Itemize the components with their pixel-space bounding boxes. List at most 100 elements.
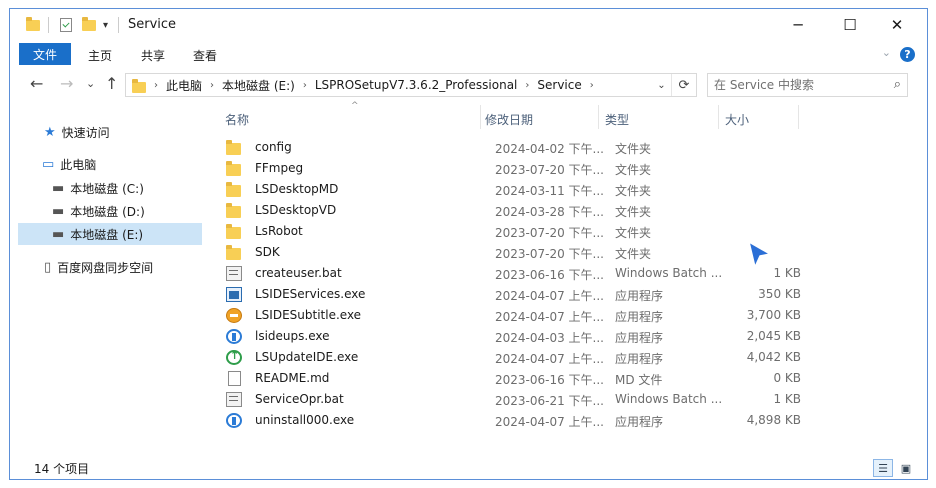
sidebar-item-drive-c[interactable]: ▬ 本地磁盘 (C:) (18, 177, 202, 199)
large-icons-view-button[interactable]: ▣ (896, 459, 916, 477)
file-row[interactable]: LsRobot 2023-07-20 下午... 文件夹 (220, 221, 810, 242)
sidebar-item-label: 本地磁盘 (E:) (70, 227, 144, 242)
column-type[interactable]: 类型 (605, 111, 629, 128)
sidebar-item-drive-d[interactable]: ▬ 本地磁盘 (D:) (18, 200, 202, 222)
tab-home[interactable]: 主页 (88, 47, 112, 64)
sidebar-item-label: 百度网盘同步空间 (57, 260, 154, 275)
file-size: 2,045 KB (746, 329, 801, 343)
mouse-cursor-icon (748, 241, 771, 268)
tab-share[interactable]: 共享 (141, 47, 165, 64)
file-type: 应用程序 (615, 289, 664, 303)
file-row[interactable]: LSIDESubtitle.exe 2024-04-07 上午... 应用程序 3,7… (220, 305, 810, 326)
computer-icon: ▭ (42, 156, 55, 172)
sidebar-item-quick-access[interactable]: ★ 快速访问 (18, 121, 202, 143)
search-icon[interactable]: ⌕ (894, 77, 901, 92)
file-row[interactable]: LSUpdateIDE.exe 2024-04-07 上午... 应用程序 4,042… (220, 347, 810, 368)
file-row[interactable]: uninstall000.exe 2024-04-07 上午... 应用程序 4,89… (220, 410, 810, 431)
search-box[interactable]: ⌕ (707, 73, 908, 97)
breadcrumb-separator[interactable]: › (154, 80, 158, 91)
breadcrumb-this-pc[interactable]: 此电脑 (166, 77, 202, 94)
file-row[interactable]: FFmpeg 2023-07-20 下午... 文件夹 (220, 158, 810, 179)
help-button[interactable]: ? (900, 47, 915, 62)
breadcrumb-service[interactable]: Service (537, 78, 581, 92)
file-type: MD 文件 (615, 373, 663, 387)
address-history-dropdown[interactable]: ⌄ (652, 74, 672, 96)
forward-button[interactable]: → (60, 74, 73, 93)
properties-icon[interactable] (60, 18, 72, 32)
column-header: ^ 名称 修改日期 类型 大小 (220, 101, 810, 129)
quick-access-dropdown-icon[interactable]: ▾ (103, 20, 108, 31)
column-date[interactable]: 修改日期 (485, 111, 533, 128)
drive-icon: ▬ (52, 203, 65, 219)
maximize-button[interactable]: ☐ (827, 9, 873, 41)
sidebar-item-drive-e[interactable]: ▬ 本地磁盘 (E:) (18, 223, 202, 245)
details-view-button[interactable]: ☰ (873, 459, 893, 477)
close-button[interactable]: ✕ (874, 9, 920, 41)
navigation-pane: ★ 快速访问 ▭ 此电脑 ▬ 本地磁盘 (C:) ▬ 本地磁盘 (D:) ▬ 本… (10, 109, 210, 449)
file-name: lsideups.exe (255, 329, 330, 343)
up-button[interactable]: ↑ (105, 74, 118, 93)
folder-icon (226, 182, 241, 197)
breadcrumb-separator[interactable]: › (210, 80, 214, 91)
file-modified-date: 2023-07-20 下午... (495, 247, 604, 261)
breadcrumb-separator[interactable]: › (590, 80, 594, 91)
file-name: createuser.bat (255, 266, 342, 280)
file-row[interactable]: ServiceOpr.bat 2023-06-21 下午... Windows Ba… (220, 389, 810, 410)
file-row[interactable]: LSIDEServices.exe 2024-04-07 上午... 应用程序 350… (220, 284, 810, 305)
recent-locations-button[interactable]: ⌄ (86, 77, 95, 90)
ribbon: 文件 主页 共享 查看 ⌄ ? (10, 41, 927, 65)
file-modified-date: 2024-04-07 上午... (495, 310, 604, 324)
file-size: 0 KB (773, 371, 801, 385)
column-divider[interactable] (718, 105, 719, 129)
search-input[interactable] (714, 77, 884, 93)
file-modified-date: 2023-07-20 下午... (495, 226, 604, 240)
breadcrumb-drive-e[interactable]: 本地磁盘 (E:) (222, 77, 295, 94)
file-row[interactable]: lsideups.exe 2024-04-03 上午... 应用程序 2,045 KB (220, 326, 810, 347)
batch-file-icon (226, 392, 242, 407)
minimize-button[interactable]: ─ (775, 9, 821, 41)
back-button[interactable]: ← (30, 74, 43, 93)
tab-view[interactable]: 查看 (193, 47, 217, 64)
file-modified-date: 2024-04-07 上午... (495, 289, 604, 303)
ribbon-collapse-icon[interactable]: ⌄ (882, 46, 891, 59)
batch-file-icon (226, 266, 242, 281)
breadcrumb-separator[interactable]: › (525, 80, 529, 91)
column-divider[interactable] (480, 105, 481, 129)
file-name: SDK (255, 245, 280, 259)
column-size[interactable]: 大小 (725, 111, 749, 128)
file-row[interactable]: SDK 2023-07-20 下午... 文件夹 (220, 242, 810, 263)
file-row[interactable]: LSDesktopMD 2024-03-11 下午... 文件夹 (220, 179, 810, 200)
app-ring-icon (226, 329, 242, 344)
column-divider[interactable] (798, 105, 799, 129)
folder-icon (226, 203, 241, 218)
sidebar-item-label: 本地磁盘 (C:) (70, 181, 144, 196)
breadcrumb-setup-folder[interactable]: LSPROSetupV7.3.6.2_Professional (315, 78, 518, 92)
breadcrumb-separator[interactable]: › (303, 80, 307, 91)
file-row[interactable]: LSDesktopVD 2024-03-28 下午... 文件夹 (220, 200, 810, 221)
file-type: 文件夹 (615, 184, 652, 198)
tab-file[interactable]: 文件 (19, 43, 71, 65)
folder-icon (26, 17, 40, 33)
sidebar-item-this-pc[interactable]: ▭ 此电脑 (18, 153, 202, 175)
file-modified-date: 2023-06-16 下午... (495, 373, 604, 387)
column-name[interactable]: 名称 (225, 111, 249, 128)
file-row[interactable]: config 2024-04-02 下午... 文件夹 (220, 137, 810, 158)
sidebar-item-baidu-sync[interactable]: ▯ 百度网盘同步空间 (18, 256, 202, 278)
refresh-button[interactable]: ⟳ (674, 74, 694, 96)
file-row[interactable]: README.md 2023-06-16 下午... MD 文件 0 KB (220, 368, 810, 389)
address-bar[interactable]: › 此电脑 › 本地磁盘 (E:) › LSPROSetupV7.3.6.2_P… (125, 73, 697, 97)
title-bar: ▾ Service ─ ☐ ✕ (10, 9, 927, 41)
window-title: Service (128, 17, 177, 32)
file-modified-date: 2024-03-28 下午... (495, 205, 604, 219)
file-name: uninstall000.exe (255, 413, 355, 427)
file-name: LSDesktopMD (255, 182, 339, 196)
file-size: 1 KB (773, 392, 801, 406)
application-icon (226, 287, 242, 302)
column-divider[interactable] (598, 105, 599, 129)
file-type: 应用程序 (615, 415, 664, 429)
file-type: Windows Batch ... (615, 266, 723, 280)
new-folder-icon[interactable] (82, 17, 96, 33)
file-row[interactable]: createuser.bat 2023-06-16 下午... Windows Ba… (220, 263, 810, 284)
divider (48, 17, 49, 33)
file-modified-date: 2024-04-07 上午... (495, 352, 604, 366)
